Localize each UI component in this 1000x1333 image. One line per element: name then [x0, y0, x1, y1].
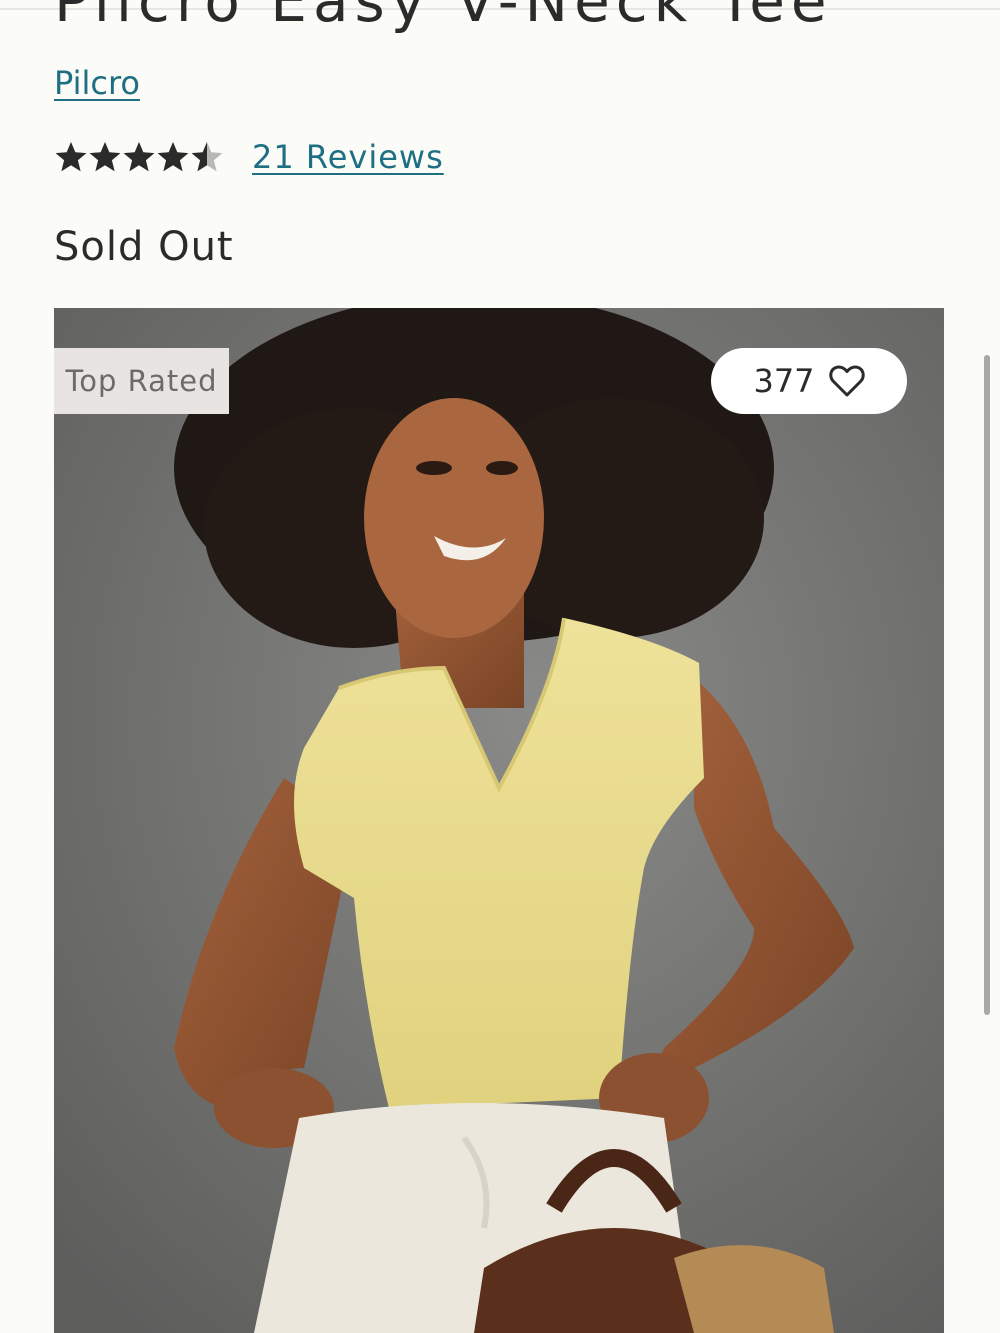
wishlist-count: 377: [753, 362, 815, 400]
reviews-link[interactable]: 21 Reviews: [252, 138, 444, 176]
heart-outline-icon: [828, 365, 865, 397]
star-icon: [191, 142, 223, 172]
rating-row: 21 Reviews: [54, 138, 444, 176]
star-icon: [55, 142, 87, 172]
star-icon: [123, 142, 155, 172]
top-rated-badge: Top Rated: [54, 348, 229, 414]
product-image[interactable]: [54, 308, 944, 1333]
star-icon: [89, 142, 121, 172]
star-rating: [54, 140, 224, 174]
product-title: Pilcro Easy V-Neck Tee: [54, 0, 833, 35]
star-icon: [157, 142, 189, 172]
availability-status: Sold Out: [54, 224, 234, 270]
wishlist-button[interactable]: 377: [711, 348, 907, 414]
scrollbar[interactable]: [984, 355, 990, 1015]
product-photo-illustration: [54, 308, 944, 1333]
brand-link[interactable]: Pilcro: [54, 64, 140, 102]
